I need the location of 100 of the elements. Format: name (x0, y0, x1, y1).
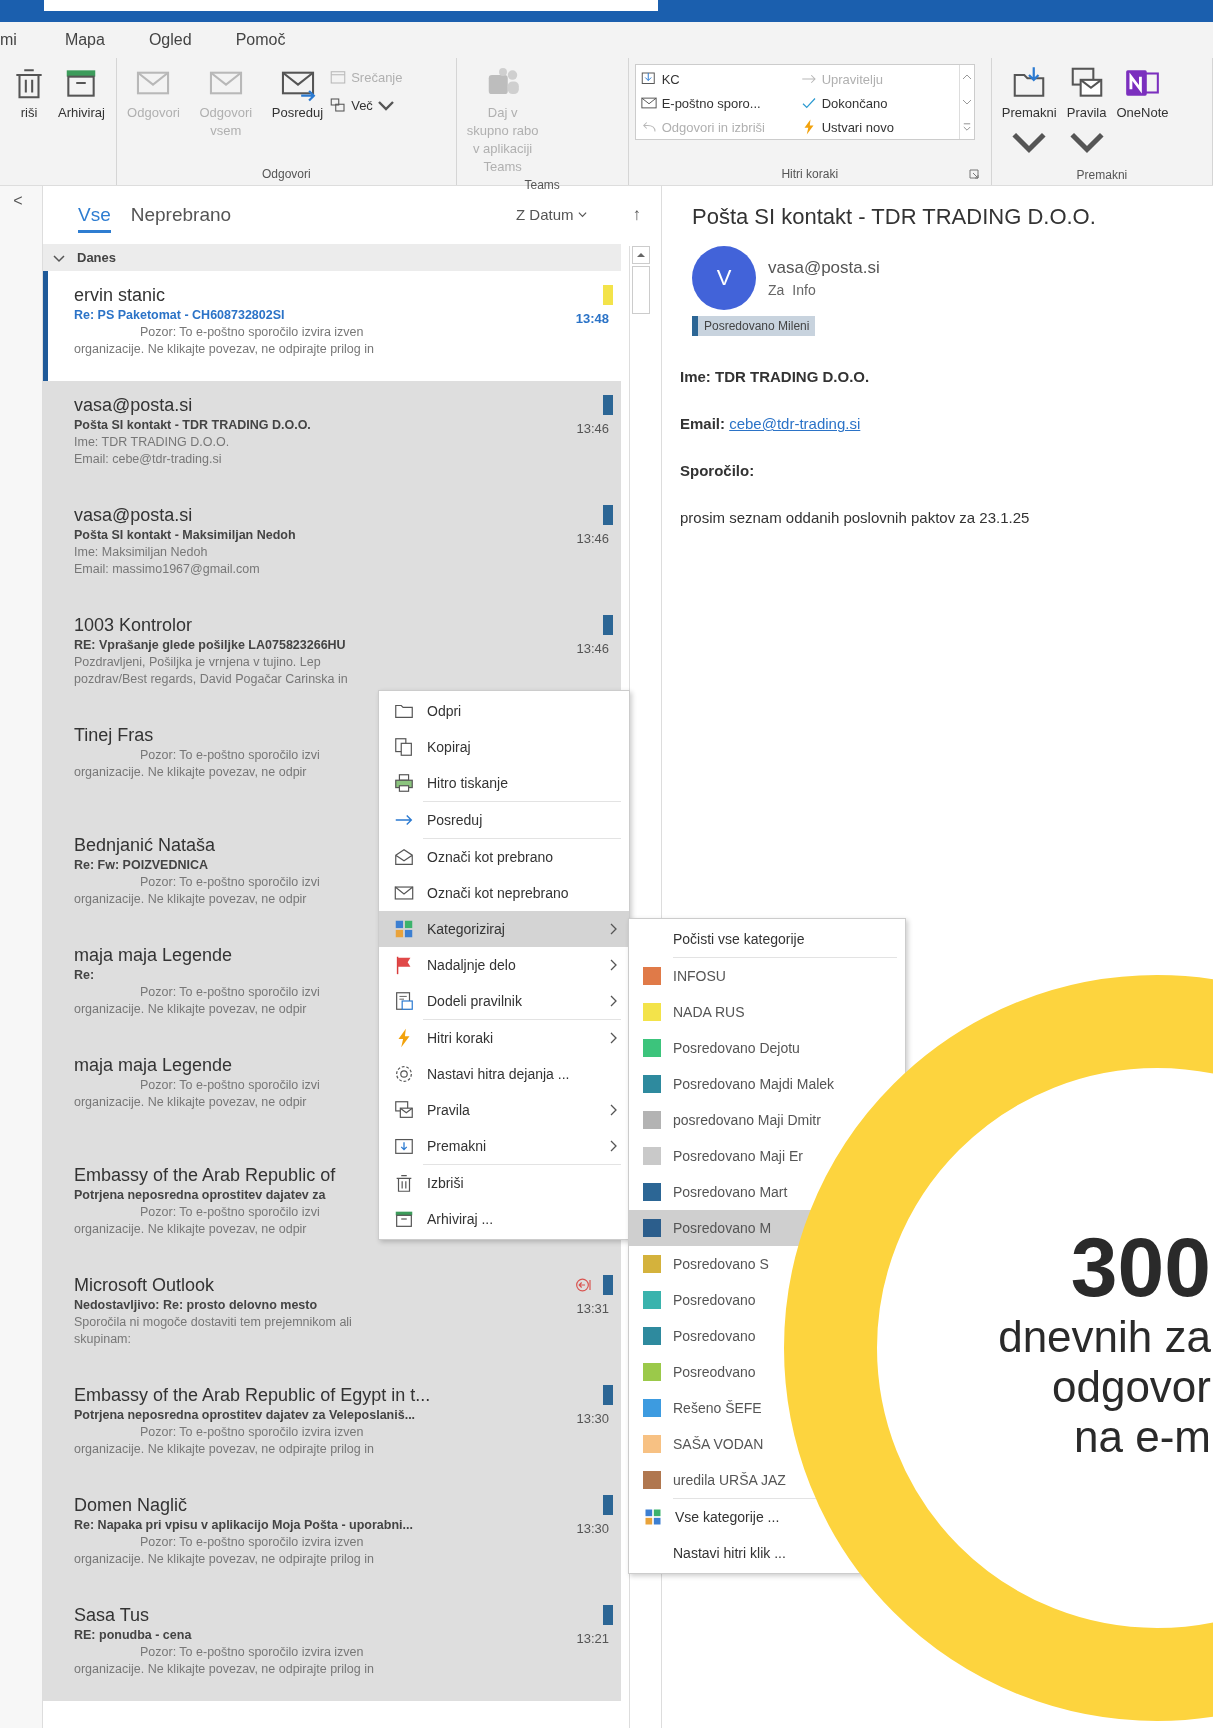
context-menu-item[interactable]: Kategoriziraj (379, 911, 629, 947)
category-item[interactable]: Rešeno ŠEFE (629, 1390, 772, 1426)
message-preview: Email: cebe@tdr-trading.si (74, 451, 222, 468)
scroll-down-icon (961, 98, 972, 106)
submenu-item[interactable]: Počisti vse kategorije (629, 921, 815, 957)
menu-item[interactable]: mi (0, 31, 21, 49)
message-preview: organizacije. Ne klikajte povezav, ne odpir (74, 1094, 307, 1111)
message-preview: Pozor: To e-poštno sporočilo izvi (139, 747, 320, 764)
email-link[interactable]: cebe@tdr-trading.si (729, 415, 861, 432)
menu-item[interactable]: Pomoč (231, 31, 290, 49)
group-label: Hitri koraki (781, 167, 839, 181)
category-item[interactable]: Posredovano S (629, 1246, 779, 1282)
sort-direction-button[interactable]: ↑ (632, 198, 641, 232)
sender-name: Sasa Tus (74, 1604, 150, 1627)
calendar-icon (329, 68, 348, 86)
ribbon-button[interactable]: Posreduj (267, 62, 328, 124)
message-preview: Pozdravljeni, Pošiljka je vrnjena v tujino. Lep (74, 654, 321, 671)
message-preview: organizacije. Ne klikajte povezav, ne odpirajte prilog in (74, 1551, 374, 1568)
grid-icon (643, 1507, 663, 1527)
category-item[interactable]: NADA RUS (629, 994, 755, 1030)
menu-item[interactable]: Mapa (60, 31, 109, 49)
ribbon-button[interactable]: Pravila (1062, 62, 1111, 164)
ribbon-button[interactable]: riši (6, 62, 52, 124)
ribbon-button[interactable]: Arhiviraj (54, 62, 109, 124)
message-subject: Re: (74, 967, 95, 984)
message-subject: Nedostavljivo: Re: prosto delovno mesto (74, 1297, 318, 1314)
message-preview: pozdrav/Best regards, David Pogačar Carinska in (74, 671, 348, 688)
category-item[interactable]: Posredovano Dejotu (629, 1030, 810, 1066)
category-item[interactable]: Posreodvano (629, 1354, 766, 1390)
message-item[interactable]: Sasa Tus RE: ponudba - cena Pozor: To e-poštno sporočilo izvira izven organizacije. Ne klikajte povezav, ne odpirajte prilog in 13:21 (43, 1591, 621, 1701)
message-preview: Pozor: To e-poštno sporočilo izvira izven (139, 1534, 364, 1551)
category-item[interactable]: INFOSU (629, 958, 736, 994)
message-time: 13:31 (576, 1301, 609, 1316)
message-subject: RE: ponudba - cena (74, 1627, 192, 1644)
scrollbar-thumb[interactable] (632, 266, 650, 314)
collapse-button[interactable]: < (13, 192, 23, 210)
sort-dropdown[interactable]: Z Datum (516, 200, 587, 230)
menu-item[interactable]: Ogled (144, 31, 196, 49)
message-title: Pošta SI kontakt - TDR TRADING D.O.O. (692, 204, 1097, 230)
promo-text: dnevnih za (998, 1312, 1211, 1362)
quick-step[interactable]: Dokončano (799, 91, 955, 115)
message-preview: Pozor: To e-poštno sporočilo izvi (139, 984, 320, 1001)
message-item[interactable]: vasa@posta.si Pošta SI kontakt - Maksimiljan Nedoh Ime: Maksimiljan Nedoh Email: massimo1967@gmail.com 13:46 (43, 491, 621, 601)
recipient-label: Za (768, 282, 785, 298)
quick-step[interactable]: KC (639, 67, 800, 91)
message-subject: RE: Vprašanje glede pošiljke LA075823266HU (74, 637, 346, 654)
group-header[interactable]: Danes (43, 244, 621, 271)
group-label: Odgovori (262, 167, 311, 181)
ribbon-button[interactable]: Premakni (997, 62, 1061, 164)
sender-name: Tinej Fras (74, 724, 154, 747)
sender-name: maja maja Legende (74, 944, 233, 967)
ribbon-button[interactable]: OneNote (1112, 62, 1173, 124)
submenu-item[interactable]: Nastavi hitri klik ... (629, 1535, 796, 1571)
message-subject: Potrjena neposredna oprostitev dajatev za Veleposlaniš... (74, 1407, 416, 1424)
group-name: Danes (77, 250, 117, 265)
promo-text: odgovor (1052, 1362, 1211, 1412)
message-preview: organizacije. Ne klikajte povezav, ne odpir (74, 764, 307, 781)
sender-name: Embassy of the Arab Republic of (74, 1164, 336, 1187)
message-subject: Re: Napaka pri vpisu v aplikacijo Moja Pošta - uporabni... (74, 1517, 413, 1534)
message-item[interactable]: Microsoft Outlook Nedostavljivo: Re: prosto delovno mesto Sporočila ni mogoče dostaviti tem prejemnikom ali skupinam: 13:31 (43, 1261, 621, 1371)
category-item[interactable]: Posredovano Maji Er (629, 1138, 813, 1174)
gear-icon (393, 1063, 415, 1085)
category-item[interactable]: Posredovano (629, 1282, 766, 1318)
message-item[interactable]: Domen Naglič Re: Napaka pri vpisu v aplikacijo Moja Pošta - uporabni... Pozor: To e-poštno sporočilo izvira izven organizacije. Ne klikajte povezav, ne odpirajte prilog in 13:30 (43, 1481, 621, 1591)
category-item[interactable]: posredovano Maji Dmitr (629, 1102, 831, 1138)
category-item[interactable]: Posredovano Majdi Malek (629, 1066, 845, 1102)
scroll-up-icon (961, 73, 972, 82)
recipient-name: Info (792, 282, 816, 298)
quick-step[interactable]: E-poštno sporo... (639, 91, 800, 115)
envelope-icon (639, 94, 658, 112)
sender-name: Microsoft Outlook (74, 1274, 215, 1297)
filter-tab[interactable]: Vse (78, 197, 111, 233)
message-time: 13:21 (576, 1631, 609, 1646)
search-field[interactable] (44, 0, 658, 11)
quick-step[interactable]: Ustvari novo (799, 115, 955, 139)
message-preview: organizacije. Ne klikajte povezav, ne odpir (74, 1001, 307, 1018)
ribbon-button[interactable]: Več (329, 96, 403, 114)
message-preview: Sporočila ni mogoče dostaviti tem prejemnikom ali (74, 1314, 352, 1331)
sender-name: Domen Naglič (74, 1494, 188, 1517)
sender-name: Bednjanić Nataša (74, 834, 216, 857)
category-item[interactable]: Posredovano Mart (629, 1174, 798, 1210)
message-subject: Potrjena neposredna oprostitev dajatev za (74, 1187, 326, 1204)
body-line: Sporočilo: (680, 462, 756, 479)
message-item[interactable]: vasa@posta.si Pošta SI kontakt - TDR TRADING D.O.O. Ime: TDR TRADING D.O.O. Email: cebe@tdr-trading.si 13:46 (43, 381, 621, 491)
body-line: prosim seznam oddanih poslovnih paktov za 23.1.25 (680, 509, 1031, 526)
printer-icon (393, 772, 415, 794)
message-preview: Pozor: To e-poštno sporočilo izvi (139, 1077, 320, 1094)
category-item[interactable]: uredila URŠA JAZ (629, 1462, 796, 1498)
message-preview: Ime: Maksimiljan Nedoh (74, 544, 208, 561)
category-item[interactable]: Posredovano (629, 1318, 766, 1354)
sender-name: ervin stanic (74, 284, 166, 307)
filter-tab[interactable]: Neprebrano (130, 197, 232, 233)
message-preview: organizacije. Ne klikajte povezav, ne odpirajte prilog in (74, 1661, 374, 1678)
message-preview: Pozor: To e-poštno sporočilo izvira izven (139, 1424, 364, 1441)
group-label: Premakni (1076, 167, 1128, 182)
category-item[interactable]: SAŠA VODAN (629, 1426, 774, 1462)
scroll-up-icon (632, 246, 650, 264)
category-tag: Posredovano Mileni (698, 316, 816, 336)
submenu-item[interactable]: Vse kategorije ... (629, 1499, 782, 1535)
promo-text: na e-m (1074, 1412, 1211, 1462)
